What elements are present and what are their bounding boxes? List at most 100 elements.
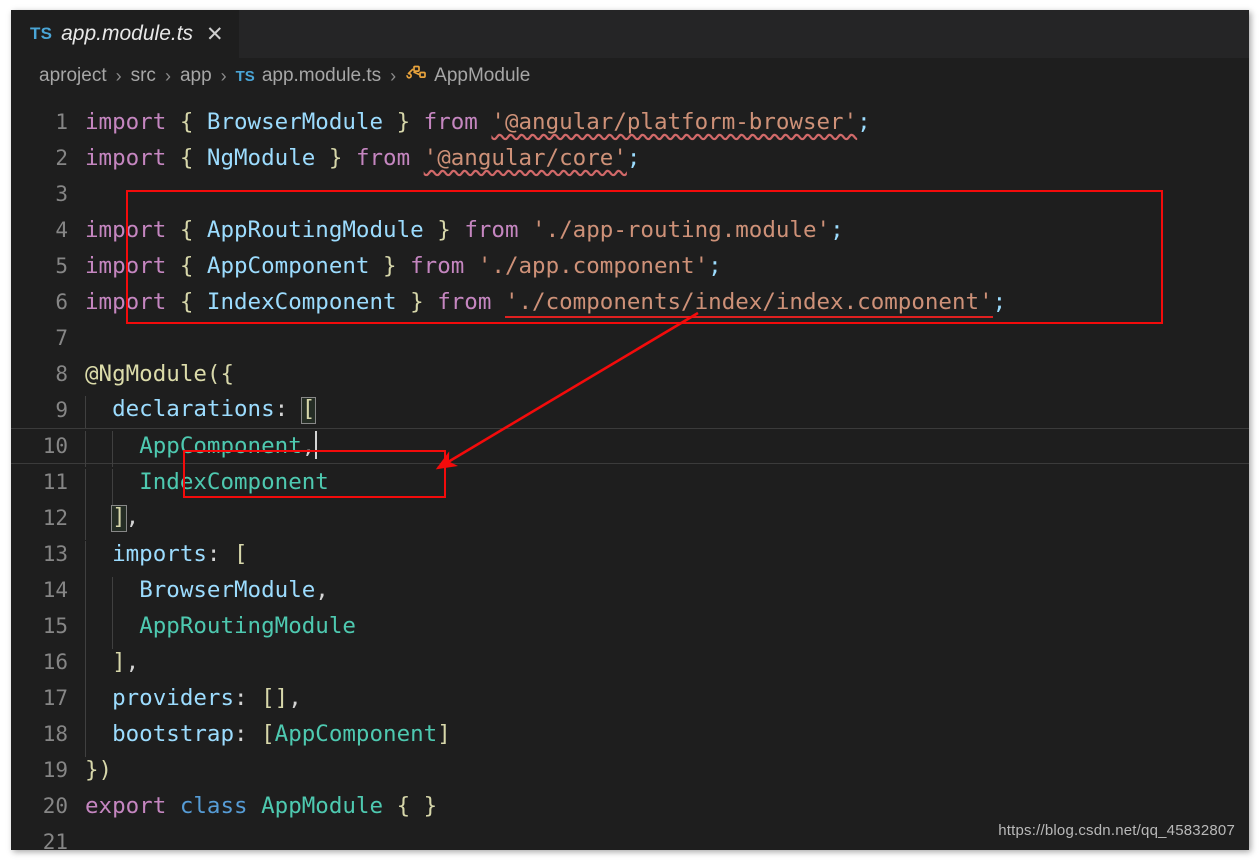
line-number: 5 [55, 254, 68, 278]
code-line-text: bootstrap: [AppComponent] [85, 721, 1249, 757]
code-token: { } [383, 793, 438, 819]
line-number: 6 [55, 290, 68, 314]
code-line-text: }) [85, 757, 1249, 783]
line-number: 20 [42, 794, 68, 818]
code-token: providers [112, 685, 235, 711]
code-token: './app-routing.module' [532, 217, 831, 243]
code-line[interactable]: 15 AppRoutingModule [11, 608, 1249, 649]
code-line[interactable]: 5 import { AppComponent } from './app.com… [11, 248, 1249, 284]
chevron-right-icon: › [390, 65, 397, 86]
code-line[interactable]: 20 export class AppModule { } [11, 788, 1249, 824]
code-line[interactable]: 8 @NgModule({ [11, 356, 1249, 392]
code-token: : [234, 721, 262, 747]
code-token: bootstrap [112, 721, 235, 747]
code-token: }) [85, 757, 113, 783]
code-token: import [85, 109, 180, 135]
code-token: AppComponent [139, 432, 302, 459]
indent-guide [85, 396, 86, 433]
indent-guide [112, 430, 114, 467]
code-token: { [179, 109, 207, 135]
code-line[interactable]: 9 declarations: [ [11, 392, 1249, 433]
line-number: 3 [55, 182, 68, 206]
code-token: ; [626, 145, 641, 171]
code-token: ; [830, 217, 844, 243]
code-token: './components/index/index.component' [504, 289, 993, 318]
code-token: IndexComponent [206, 289, 397, 315]
code-token: ; [708, 253, 722, 279]
line-number: 10 [42, 434, 68, 458]
code-token: from [423, 109, 492, 135]
breadcrumb-label: app.module.ts [261, 65, 382, 86]
line-number: 16 [42, 650, 68, 674]
breadcrumb-item-src[interactable]: src [131, 65, 156, 87]
code-token: , [315, 577, 329, 603]
breadcrumb-label: app [179, 65, 212, 86]
close-icon[interactable]: ✕ [206, 24, 224, 45]
code-token: BrowserModule [206, 109, 384, 135]
code-line[interactable]: 17 providers: [], [11, 680, 1249, 721]
code-line-text: IndexComponent [85, 469, 1249, 505]
code-line[interactable]: 1 import { BrowserModule } from '@angular… [11, 104, 1249, 140]
code-line[interactable]: 19}) [11, 752, 1249, 788]
code-line[interactable]: 18 bootstrap: [AppComponent] [11, 716, 1249, 757]
breadcrumb-label: AppModule [434, 65, 531, 86]
code-token: AppRoutingModule [206, 217, 424, 243]
line-number: 18 [42, 722, 68, 746]
code-token: ] [111, 504, 127, 532]
code-token: AppRoutingModule [139, 613, 356, 639]
code-token: IndexComponent [139, 469, 329, 495]
code-line-text: ], [85, 649, 1249, 685]
breadcrumb-item-app[interactable]: app [180, 65, 212, 87]
typescript-file-icon: TS [235, 67, 255, 85]
code-line[interactable]: 7 [11, 320, 1249, 356]
code-token: { [179, 217, 207, 243]
code-token: { [179, 253, 207, 279]
line-number: 11 [42, 470, 68, 494]
code-line-text: import { BrowserModule } from '@angular/… [85, 109, 1249, 135]
breadcrumb-item-app-module-ts[interactable]: TS app.module.ts [236, 65, 382, 87]
code-token: '@angular/core' [423, 145, 627, 171]
code-token: ] [112, 649, 126, 675]
code-token: AppComponent [206, 253, 370, 279]
vscode-editor-window: TS app.module.ts ✕ aproject › src › app … [11, 10, 1249, 850]
code-line-text: providers: [], [85, 685, 1249, 721]
tab-app-module-ts[interactable]: TS app.module.ts ✕ [11, 10, 239, 58]
code-line-text: imports: [ [85, 541, 1249, 577]
code-line[interactable]: 14 BrowserModule, [11, 572, 1249, 613]
breadcrumb-label: src [130, 65, 156, 86]
code-line-text: AppComponent, [85, 430, 1249, 467]
code-line-text: import { AppRoutingModule } from './app-… [85, 217, 1249, 243]
code-line[interactable]: 16 ], [11, 644, 1249, 685]
code-token: ; [992, 289, 1007, 315]
code-token: [ [261, 721, 275, 747]
code-line[interactable]: 11 IndexComponent [11, 464, 1249, 505]
code-line[interactable]: 2 import { NgModule } from '@angular/core… [11, 140, 1249, 176]
breadcrumb-item-aproject[interactable]: aproject [39, 65, 107, 87]
code-line[interactable]: 4 import { AppRoutingModule } from './app… [11, 212, 1249, 248]
code-token: from [355, 145, 424, 171]
code-line[interactable]: 12 ], [11, 500, 1249, 541]
code-token: : [234, 685, 262, 711]
line-number: 15 [42, 614, 68, 638]
line-number: 8 [55, 362, 68, 386]
line-number: 21 [42, 830, 68, 850]
indent-guide [85, 430, 86, 467]
code-line[interactable]: 10 AppComponent, [11, 428, 1249, 467]
code-token: } [396, 289, 438, 315]
code-line[interactable]: 13 imports: [ [11, 536, 1249, 577]
code-line[interactable]: 3 [11, 176, 1249, 212]
code-token: import [85, 217, 180, 243]
code-token: , [288, 685, 302, 711]
code-token: class [179, 793, 262, 819]
code-line-text: declarations: [ [85, 396, 1249, 433]
code-line-text: import { AppComponent } from './app.comp… [85, 253, 1249, 279]
code-token: ({ [206, 361, 235, 387]
breadcrumb-item-appmodule[interactable]: AppModule [405, 63, 530, 89]
code-token: NgModule [206, 145, 316, 171]
code-line[interactable]: 6 import { IndexComponent } from './compo… [11, 284, 1249, 320]
code-editor-content[interactable]: 1 import { BrowserModule } from '@angular… [11, 104, 1249, 850]
code-line-text: @NgModule({ [85, 361, 1249, 387]
line-number: 12 [42, 506, 68, 530]
